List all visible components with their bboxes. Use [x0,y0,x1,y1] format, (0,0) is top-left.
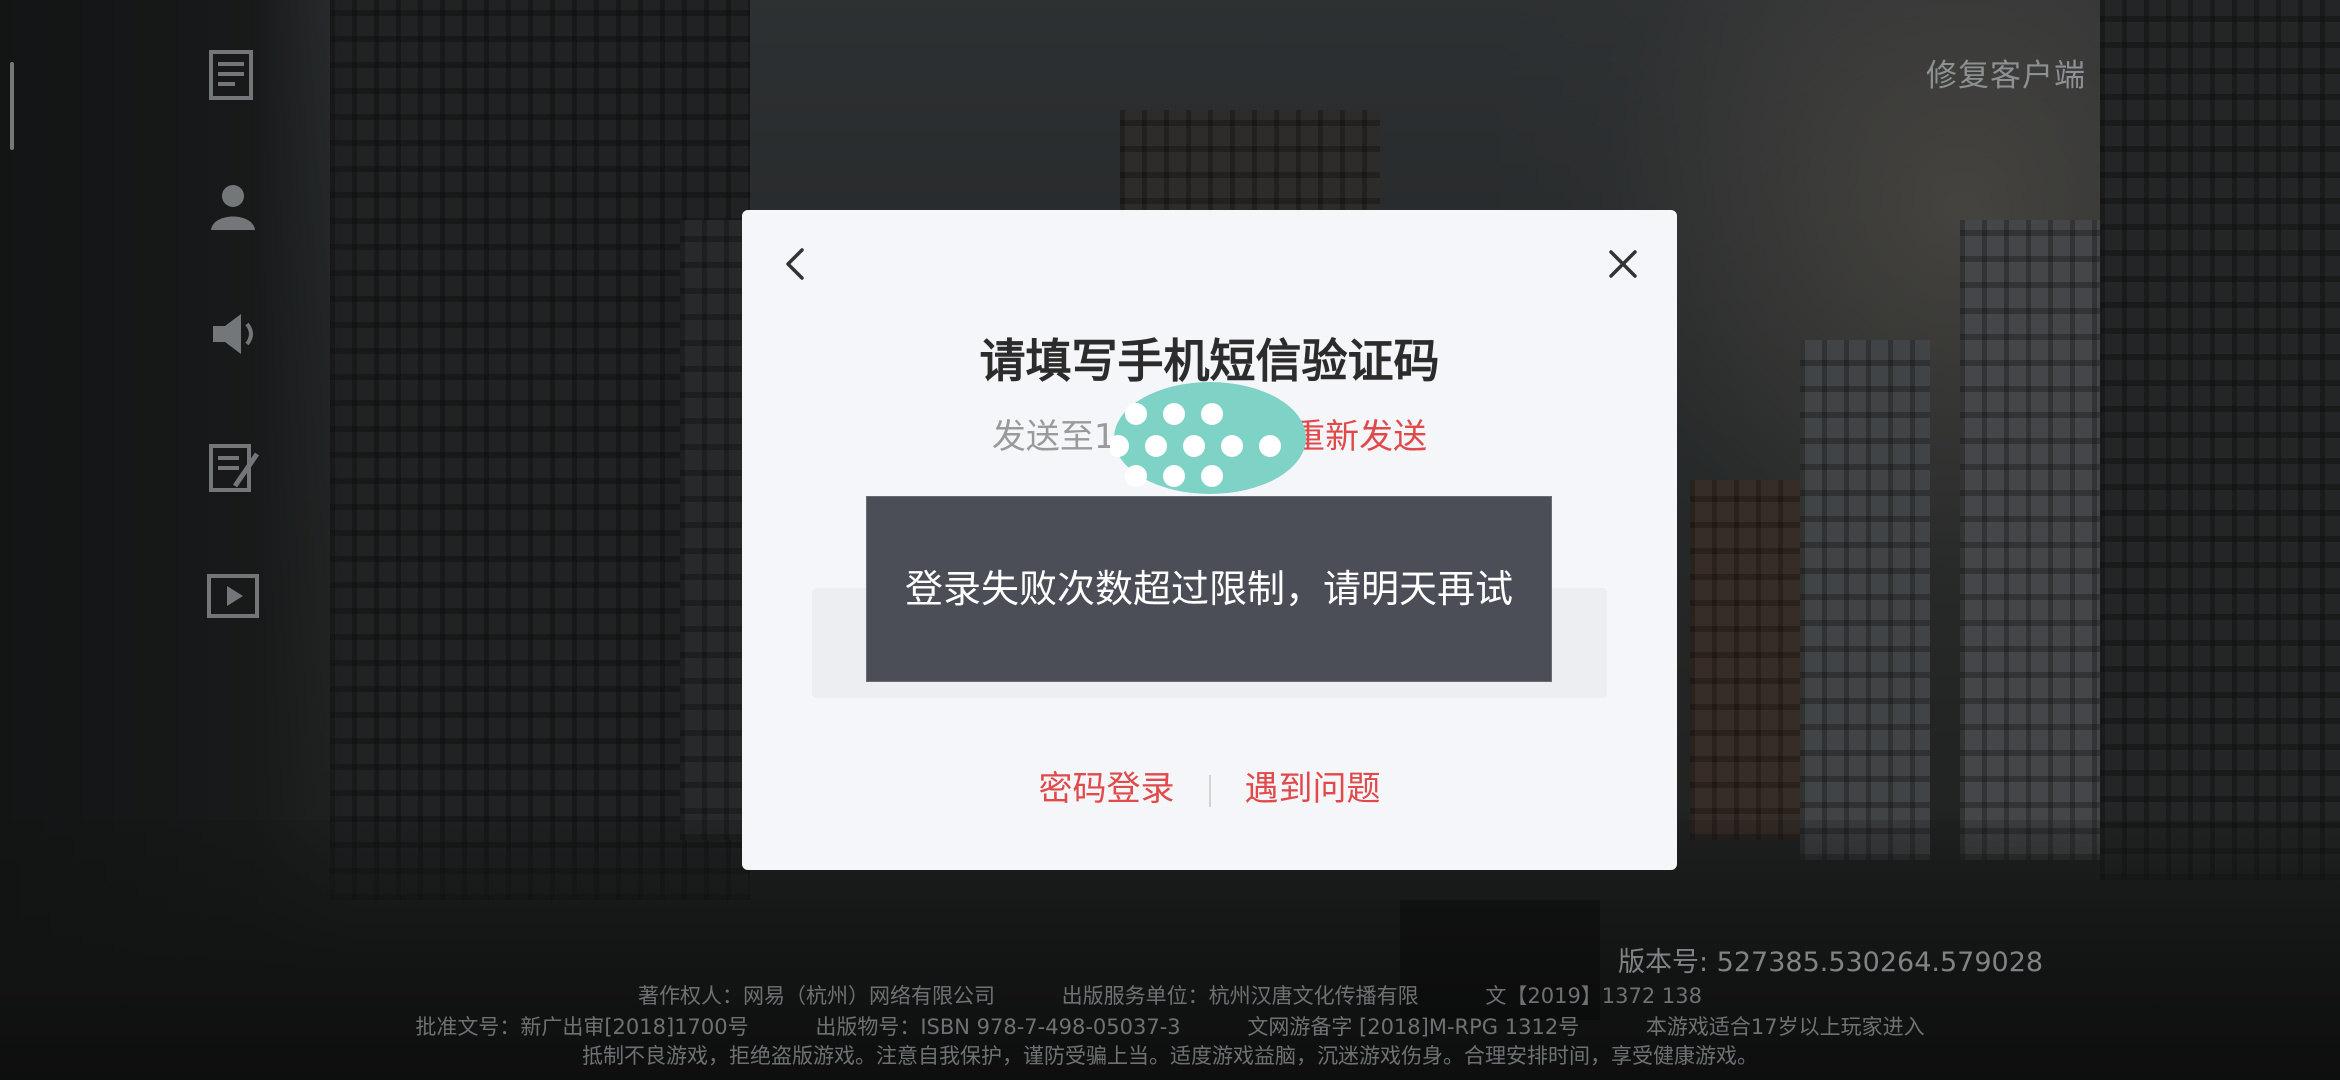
chevron-left-icon [786,248,804,280]
license-text: 文【2019】1372 138 [1485,984,1703,1008]
sms-verification-dialog: 请填写手机短信验证码 发送至18 重新发送 登录失败次数超过限制，请明天再试 密码… [742,210,1677,870]
publisher-text: 出版服务单位：杭州汉唐文化传播有限 [1061,984,1419,1008]
user-icon[interactable] [205,178,261,234]
health-notice-text: 抵制不良游戏，拒绝盗版游戏。注意自我保护，谨防受骗上当。适度游戏益脑，沉迷游戏伤… [582,1044,1758,1068]
dialog-links: 密码登录 遇到问题 [742,772,1677,807]
record-text: 文网游备字 [2018]M-RPG 1312号 [1247,1015,1580,1039]
age-rating-text: 本游戏适合17岁以上玩家进入 [1645,1015,1925,1039]
scroll-indicator [10,62,14,150]
footer-line-2: 批准文号：新广出审[2018]1700号 出版物号：ISBN 978-7-498… [0,1011,2340,1041]
announcement-icon[interactable] [205,48,261,104]
back-button[interactable] [776,244,816,284]
close-icon [1609,250,1637,278]
resend-button[interactable]: 重新发送 [1291,417,1427,457]
link-divider [1208,774,1211,807]
close-button[interactable] [1603,244,1643,284]
notes-icon[interactable] [205,440,261,496]
error-toast-message: 登录失败次数超过限制，请明天再试 [904,567,1513,611]
footer-line-3: 抵制不良游戏，拒绝盗版游戏。注意自我保护，谨防受骗上当。适度游戏益脑，沉迷游戏伤… [0,1040,2340,1070]
phone-number-mosaic [1110,382,1306,494]
help-problem-link[interactable]: 遇到问题 [1245,769,1381,809]
isbn-text: 出版物号：ISBN 978-7-498-05037-3 [815,1015,1181,1039]
error-toast: 登录失败次数超过限制，请明天再试 [866,496,1552,682]
footer-line-1: 著作权人：网易（杭州）网络有限公司 出版服务单位：杭州汉唐文化传播有限 文【20… [0,980,2340,1010]
video-icon[interactable] [205,568,261,624]
version-label: 版本号: 527385.530264.579028 [1618,947,2044,978]
speaker-icon[interactable] [205,306,261,362]
repair-client-button[interactable]: 修复客户端 [1926,50,2086,95]
password-login-link[interactable]: 密码登录 [1039,769,1175,809]
copyright-text: 著作权人：网易（杭州）网络有限公司 [637,984,995,1008]
approval-text: 批准文号：新广出审[2018]1700号 [415,1015,749,1039]
